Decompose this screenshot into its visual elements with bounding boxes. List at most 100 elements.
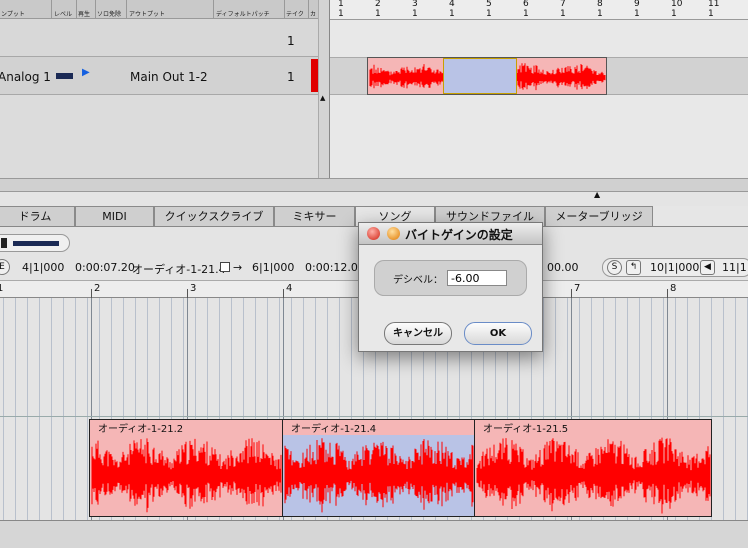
ruler-measure: 11 (708, 0, 720, 9)
ruler-measure: 2 (375, 0, 381, 9)
ruler-beat: 1 (338, 9, 344, 19)
ruler-beat: 1 (449, 9, 455, 19)
col-take: テイク (286, 11, 304, 18)
grid-line (39, 298, 40, 520)
close-button-red[interactable] (367, 227, 380, 240)
tab-drum[interactable]: ドラム (0, 206, 75, 226)
zoom-slider-bar[interactable] (13, 241, 59, 246)
ruler-tick (667, 289, 668, 298)
arrow-icon: → (233, 261, 243, 274)
take-number: 1 (287, 34, 295, 48)
audio-clip-selected[interactable]: オーディオ-1-21.4 (282, 419, 475, 517)
arrange-clip[interactable] (367, 57, 607, 95)
scroll-up-arrow[interactable]: ▲ (320, 94, 325, 102)
ruler-beat: 1 (412, 9, 418, 19)
editor-ruler-measure: 8 (670, 283, 677, 294)
track-list-panel: ンプット レベル 再生 ソロ免除 アウトプット ディフォルトパッチ テイク カ … (0, 0, 320, 188)
ruler-measure: 10 (671, 0, 683, 9)
cancel-button[interactable]: キャンセル (384, 322, 452, 345)
loop-back-icon[interactable]: ↰ (626, 260, 641, 275)
duration-field[interactable]: 00.00 (547, 261, 579, 274)
zoom-slider-handle[interactable] (1, 238, 7, 248)
level-meter[interactable] (56, 73, 73, 79)
ruler-measure: 5 (486, 0, 492, 9)
dialog-titlebar[interactable]: バイトゲインの設定 (359, 223, 542, 245)
grid-line (15, 298, 16, 520)
ruler-tick (571, 289, 572, 298)
divider-grip-icon[interactable]: ▲ (594, 190, 600, 199)
col-solo-exempt: ソロ免除 (97, 11, 122, 18)
grid-line (87, 298, 88, 520)
tab-quickscribe[interactable]: クイックスクライブ (154, 206, 274, 226)
ok-button[interactable]: OK (464, 322, 532, 345)
ruler-measure: 3 (412, 0, 418, 9)
horizontal-scrollbar[interactable] (0, 178, 748, 192)
col-play: 再生 (78, 11, 91, 18)
tab-mixer[interactable]: ミキサー (274, 206, 355, 226)
audio-clip[interactable]: オーディオ-1-21.5 (474, 419, 712, 517)
tab-meterbridge[interactable]: メーターブリッジ (545, 206, 653, 226)
editor-ruler-measure: 3 (190, 283, 197, 294)
arrange-selection-outline (443, 58, 517, 94)
loop-position[interactable]: 10|1|000 (650, 261, 699, 274)
dialog-title: バイトゲインの設定 (405, 228, 513, 242)
grid-line (735, 298, 736, 520)
arrange-timeline[interactable]: 1 2 3 4 5 6 7 8 9 10 11 1 1 1 1 1 1 1 1 … (329, 0, 748, 188)
end-time[interactable]: 0:00:12.00 (305, 261, 365, 274)
ruler-tick (91, 289, 92, 298)
grid-line (27, 298, 28, 520)
ruler-beat: 1 (597, 9, 603, 19)
rewind-arrow-icon[interactable]: ◀ (700, 260, 715, 275)
play-triangle-icon[interactable]: ▶ (82, 67, 90, 78)
editor-ruler-measure: 2 (94, 283, 101, 294)
clip-title: オーディオ-1-21.4 (291, 424, 377, 435)
ruler-measure: 6 (523, 0, 529, 9)
tab-midi[interactable]: MIDI (75, 206, 154, 226)
start-position[interactable]: 4|1|000 (22, 261, 64, 274)
editor-bottom-strip (0, 520, 748, 548)
decibel-group: デシベル： (374, 260, 527, 296)
minimize-button-yellow[interactable] (387, 227, 400, 240)
track-row[interactable]: 1 (0, 19, 320, 57)
editor-ruler-measure: 4 (286, 283, 293, 294)
clip-title: オーディオ-1-21.2 (98, 424, 184, 435)
track-input[interactable]: Analog 1 (0, 70, 51, 84)
ruler-measure: 8 (597, 0, 603, 9)
decibel-input[interactable] (447, 270, 507, 286)
grid-line (63, 298, 64, 520)
waveform-path (476, 437, 711, 514)
ruler-tick (187, 289, 188, 298)
top-ruler[interactable]: 1 2 3 4 5 6 7 8 9 10 11 1 1 1 1 1 1 1 1 … (330, 0, 748, 20)
ruler-beat: 1 (375, 9, 381, 19)
track-list-empty (0, 95, 318, 178)
loop-controls: S ↰ 10|1|000 ◀ 11|1 (602, 258, 748, 277)
clip-name-field[interactable]: オーディオ-1-21.4 (132, 261, 226, 277)
end-position[interactable]: 6|1|000 (252, 261, 294, 274)
ruler-tick (283, 289, 284, 298)
col-level: レベル (54, 11, 73, 18)
ruler-beat: 1 (560, 9, 566, 19)
ruler-measure: 1 (338, 0, 344, 9)
ruler-beat: 1 (523, 9, 529, 19)
pane-divider[interactable]: ▲ (0, 190, 748, 206)
e-button[interactable]: E (0, 259, 10, 275)
ruler-beat: 1 (671, 9, 677, 19)
audio-clip[interactable]: オーディオ-1-21.2 (89, 419, 283, 517)
ruler-measure: 9 (634, 0, 640, 9)
decibel-label: デシベル： (393, 275, 443, 286)
link-checkbox[interactable] (220, 262, 230, 272)
track-column-headers: ンプット レベル 再生 ソロ免除 アウトプット ディフォルトパッチ テイク カ (0, 0, 320, 19)
track-output[interactable]: Main Out 1-2 (130, 70, 208, 84)
s-button[interactable]: S (607, 260, 622, 275)
track-list-scrollbar[interactable]: ▲ (318, 0, 329, 178)
col-input: ンプット (1, 11, 25, 18)
zoom-control[interactable] (0, 234, 70, 252)
lane-divider (0, 416, 748, 417)
clip-title: オーディオ-1-21.5 (483, 424, 569, 435)
track-row[interactable]: Analog 1 ▶ Main Out 1-2 1 (0, 57, 320, 95)
col-default-patch: ディフォルトパッチ (216, 11, 270, 18)
start-time[interactable]: 0:00:07.20 (75, 261, 135, 274)
ruler-beat: 1 (634, 9, 640, 19)
loop-end-position[interactable]: 11|1 (722, 261, 747, 274)
grid-line (75, 298, 76, 520)
